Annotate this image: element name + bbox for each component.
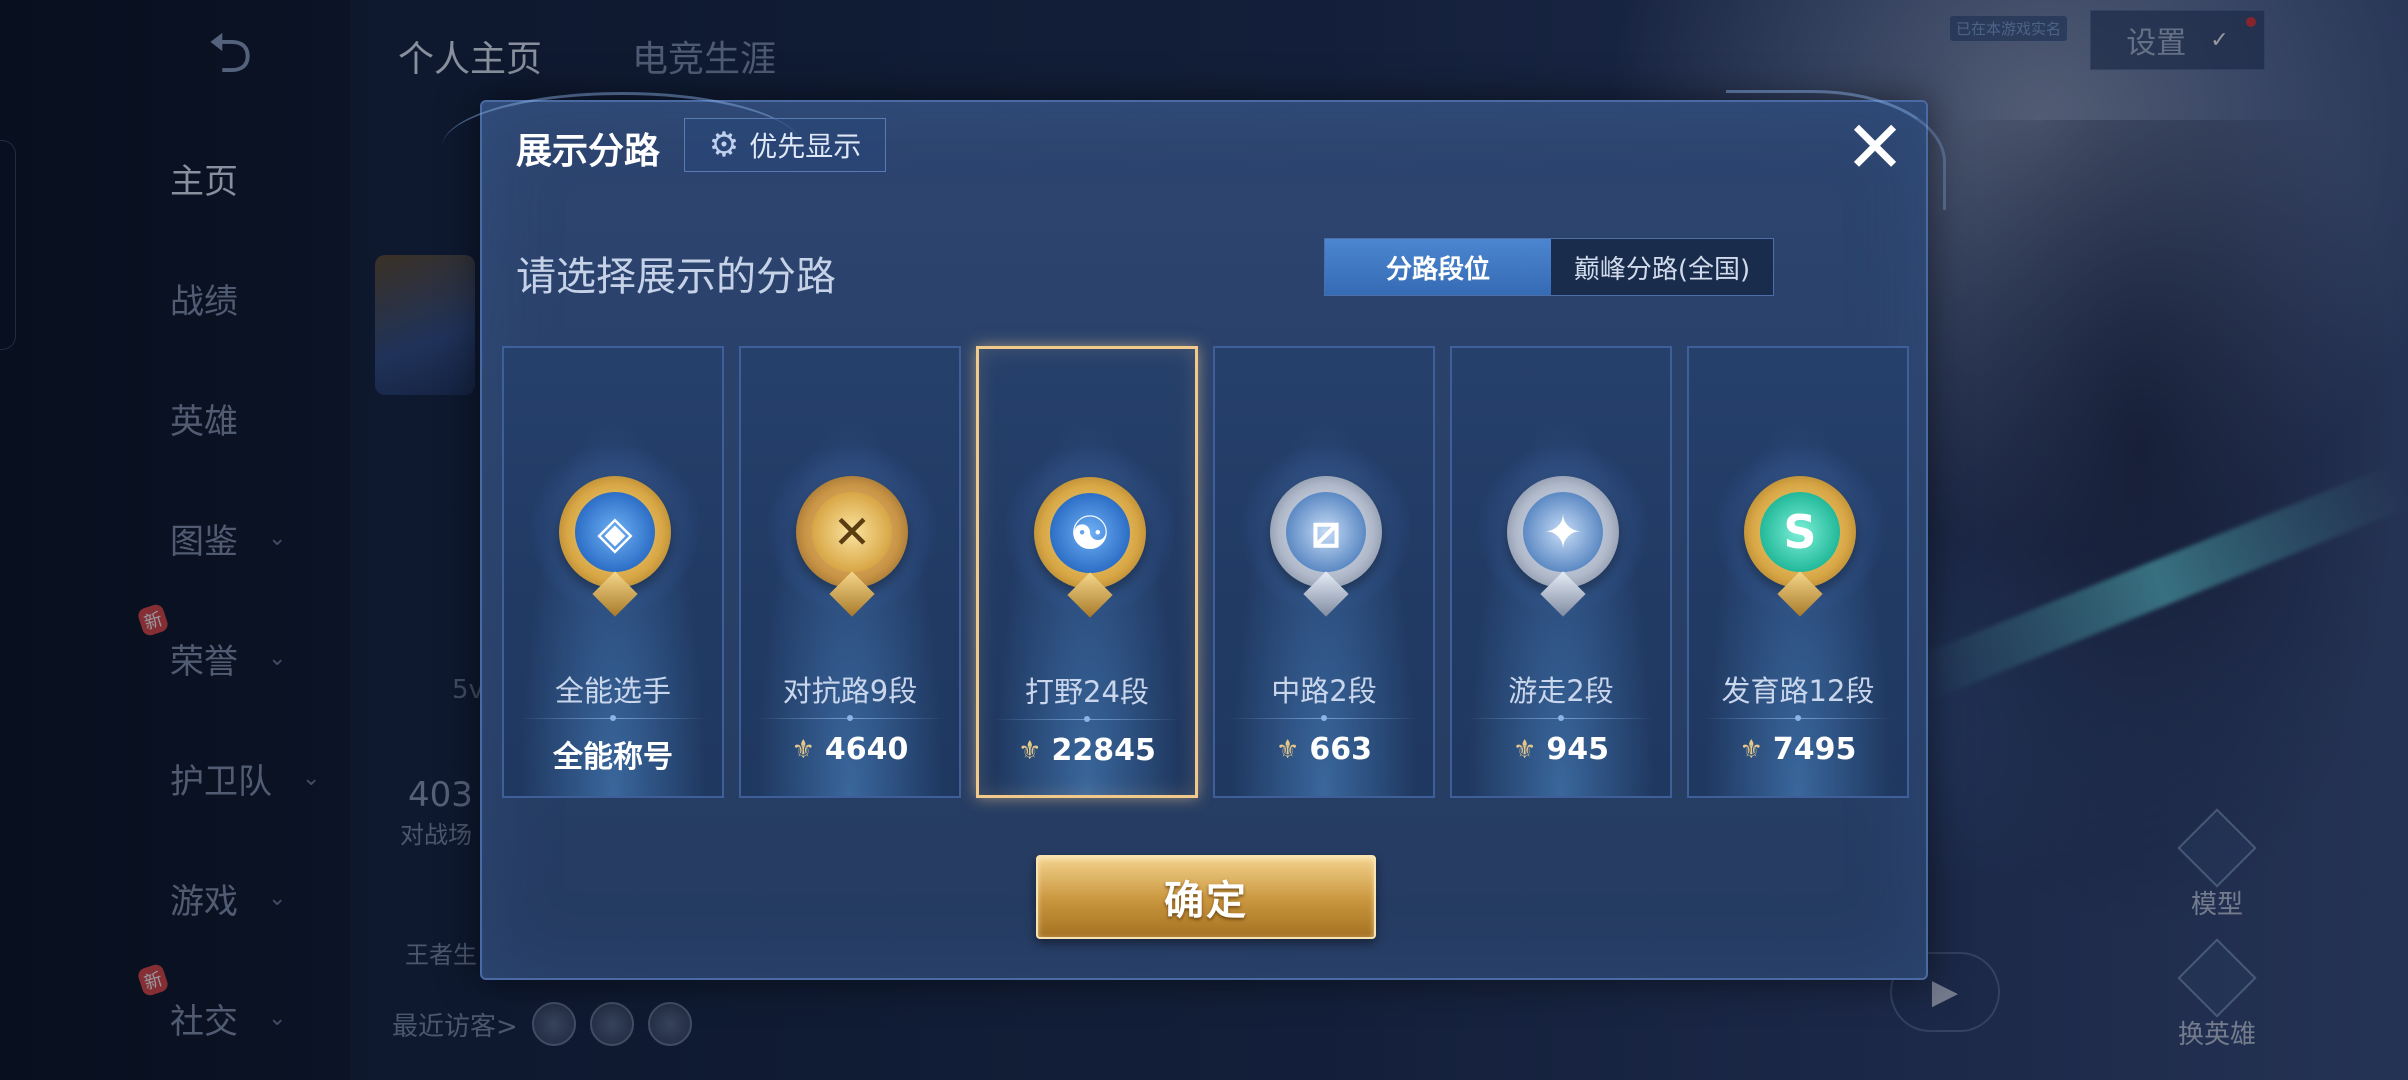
farm-lane-badge-icon: S (1744, 476, 1856, 617)
lane-card-name: 对抗路9段 (782, 674, 918, 708)
badge-emblem: ⧄ (1286, 492, 1366, 572)
divider (1703, 715, 1893, 721)
mid-lane-badge-icon: ⧄ (1270, 476, 1382, 617)
confirm-button[interactable]: 确定 (1036, 855, 1376, 939)
jungle-badge-icon: ☯ (1034, 477, 1146, 618)
lane-score-icon: ⚜ (791, 734, 815, 765)
lane-score-icon: ⚜ (1513, 734, 1537, 765)
lane-score-text: 663 (1309, 732, 1372, 767)
close-icon[interactable]: ✕ (1840, 111, 1910, 183)
lane-card-name: 打野24段 (1025, 675, 1149, 709)
lane-card[interactable]: ☯ 打野24段 ⚜ 22845 (976, 346, 1198, 798)
lane-card[interactable]: S 发育路12段 ⚜ 7495 (1687, 346, 1909, 798)
lane-score-icon: ⚜ (1739, 734, 1763, 765)
divider (1229, 715, 1419, 721)
priority-display-button[interactable]: ⚙ 优先显示 (684, 118, 886, 172)
lane-card[interactable]: ◈ 全能选手全能称号 (502, 346, 724, 798)
lane-score-icon: ⚜ (1276, 734, 1300, 765)
divider (755, 715, 945, 721)
lane-card[interactable]: ✕ 对抗路9段 ⚜ 4640 (739, 346, 961, 798)
lane-score-text: 4640 (824, 732, 909, 767)
divider (993, 716, 1181, 722)
lane-card-name: 游走2段 (1508, 674, 1614, 708)
clash-lane-badge-icon: ✕ (796, 476, 908, 617)
badge-emblem: ☯ (1050, 493, 1130, 573)
lane-card-name: 中路2段 (1271, 674, 1377, 708)
tab-peak-lane-national[interactable]: 巅峰分路(全国) (1551, 239, 1773, 295)
dialog-subtitle: 请选择展示的分路 (516, 254, 836, 300)
lane-score-text: 22845 (1051, 733, 1156, 768)
lane-card-name: 发育路12段 (1721, 674, 1875, 708)
lane-card[interactable]: ✦ 游走2段 ⚜ 945 (1450, 346, 1672, 798)
divider (1466, 715, 1656, 721)
divider (518, 715, 708, 721)
lane-score-icon: ⚜ (1018, 735, 1042, 766)
lane-card-value: ⚜ 4640 (741, 732, 959, 767)
badge-emblem: S (1760, 492, 1840, 572)
lane-card[interactable]: ⧄ 中路2段 ⚜ 663 (1213, 346, 1435, 798)
lane-score-text: 全能称号 (553, 740, 673, 775)
badge-emblem: ✦ (1523, 492, 1603, 572)
lane-card-value: ⚜ 945 (1452, 732, 1670, 767)
lane-card-value: ⚜ 663 (1215, 732, 1433, 767)
roam-badge-icon: ✦ (1507, 476, 1619, 617)
lane-card-value: ⚜ 7495 (1689, 732, 1907, 767)
dialog-title: 展示分路 (516, 131, 661, 172)
lane-display-dialog: 展示分路 ⚙ 优先显示 ✕ 请选择展示的分路 分路段位 巅峰分路(全国) ◈ 全能… (442, 90, 1946, 980)
gear-icon: ⚙ (708, 125, 740, 165)
priority-display-label: 优先显示 (749, 130, 862, 163)
all-round-badge-icon: ◈ (559, 476, 671, 617)
lane-card-name: 全能选手 (554, 674, 671, 708)
lane-score-text: 945 (1546, 732, 1609, 767)
lane-card-value: 全能称号 (504, 732, 722, 776)
badge-emblem: ✕ (812, 492, 892, 572)
tab-lane-rank[interactable]: 分路段位 (1325, 239, 1551, 295)
badge-emblem: ◈ (575, 492, 655, 572)
decorative-wave (1726, 90, 1946, 210)
lane-card-value: ⚜ 22845 (979, 733, 1195, 768)
rank-type-toggle: 分路段位 巅峰分路(全国) (1324, 238, 1774, 296)
lane-score-text: 7495 (1772, 732, 1857, 767)
